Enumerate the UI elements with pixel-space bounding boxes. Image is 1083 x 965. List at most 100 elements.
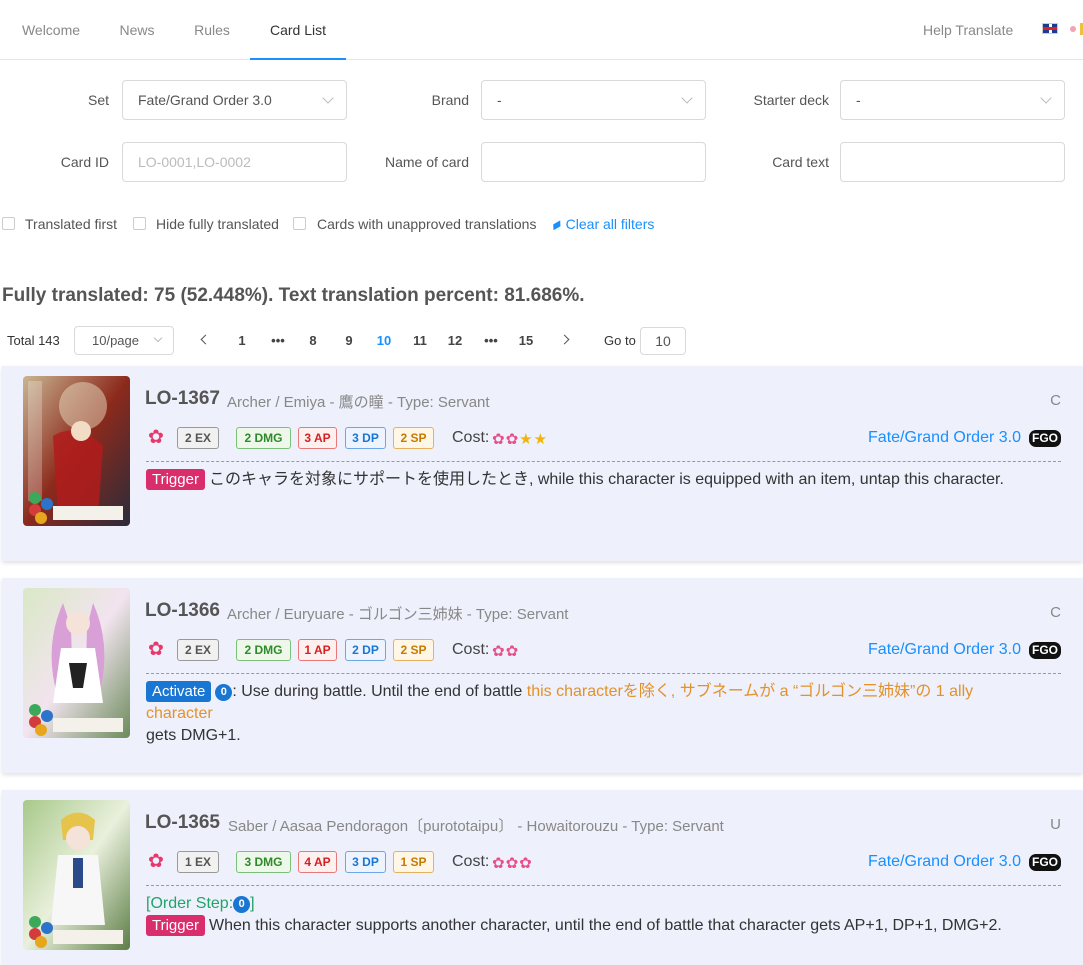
- effect-text-a: : Use during battle. Until the end of ba…: [232, 683, 527, 700]
- set-link[interactable]: Fate/Grand Order 3.0: [868, 853, 1021, 871]
- card-effect-text: [Order Step: 0] Trigger When this character…: [146, 893, 1043, 937]
- cost-icons: ✿✿✿: [492, 854, 533, 872]
- hide-fully-translated-label[interactable]: Hide fully translated: [156, 216, 279, 232]
- flower-icon: ✿: [505, 855, 520, 872]
- order-step-open: [Order Step:: [146, 895, 234, 912]
- page-12[interactable]: 12: [441, 327, 469, 355]
- card-item: LO-1366 Archer / Euryuare - ゴルゴン三姉妹 - Ty…: [2, 578, 1083, 773]
- page-ellipsis-prev[interactable]: •••: [264, 327, 292, 355]
- set-select[interactable]: Fate/Grand Order 3.0: [122, 80, 347, 120]
- japanese-flag-icon[interactable]: [1070, 26, 1076, 32]
- flower-icon: ✿: [519, 855, 533, 872]
- card-item: LO-1367 Archer / Emiya - 鷹の瞳 - Type: Ser…: [2, 366, 1083, 561]
- ap-badge: 4 AP: [298, 851, 337, 873]
- page-11[interactable]: 11: [406, 327, 434, 355]
- card-text-input[interactable]: [856, 154, 1044, 170]
- prev-page-icon[interactable]: [200, 334, 211, 345]
- top-nav: Welcome News Rules Card List Help Transl…: [0, 0, 1083, 60]
- card-id[interactable]: LO-1367: [145, 388, 220, 410]
- flower-icon: ✿: [148, 639, 164, 660]
- flower-icon: ✿: [505, 643, 520, 660]
- card-subtitle: Archer / Emiya - 鷹の瞳 - Type: Servant: [227, 394, 490, 411]
- page-9[interactable]: 9: [335, 327, 363, 355]
- page-15[interactable]: 15: [512, 327, 540, 355]
- page-8[interactable]: 8: [299, 327, 327, 355]
- fgo-badge: FGO: [1029, 642, 1061, 659]
- ap-badge: 3 AP: [298, 427, 337, 449]
- english-flag-icon[interactable]: [1042, 23, 1058, 34]
- translation-stats: Fully translated: 75 (52.448%). Text tra…: [2, 285, 585, 306]
- sp-badge: 1 SP: [393, 851, 434, 873]
- page-size-select[interactable]: 10/page: [74, 326, 174, 355]
- goto-label: Go to: [604, 333, 636, 348]
- name-of-card-input[interactable]: [497, 154, 685, 170]
- unapproved-translations-checkbox[interactable]: [293, 217, 306, 230]
- eraser-icon: ▰: [547, 214, 565, 234]
- divider: [146, 885, 1061, 886]
- cost-label: Cost:: [452, 641, 490, 658]
- fgo-badge: FGO: [1029, 854, 1061, 871]
- card-image[interactable]: [23, 588, 130, 738]
- next-page-icon[interactable]: [559, 334, 570, 345]
- page-ellipsis-next[interactable]: •••: [477, 327, 505, 355]
- hide-fully-translated-checkbox[interactable]: [133, 217, 146, 230]
- flower-icon: ✿: [148, 851, 164, 872]
- brand-select-value: -: [497, 92, 502, 108]
- flower-icon: ✿: [492, 855, 506, 872]
- cost-icons: ✿✿: [492, 642, 519, 660]
- brand-select[interactable]: -: [481, 80, 706, 120]
- set-link[interactable]: Fate/Grand Order 3.0: [868, 641, 1021, 659]
- card-id[interactable]: LO-1366: [145, 600, 220, 622]
- translated-first-checkbox[interactable]: [2, 217, 15, 230]
- trigger-tag: Trigger: [146, 915, 205, 936]
- effect-text-c: gets DMG+1.: [146, 727, 241, 744]
- fgo-badge: FGO: [1029, 430, 1061, 447]
- card-id-input[interactable]: [138, 154, 326, 170]
- dp-badge: 2 DP: [345, 639, 386, 661]
- card-effect-text: Activate 0: Use during battle. Until the …: [146, 681, 1043, 747]
- card-effect-text: Trigger このキャラを対象にサポートを使用したとき, while this …: [146, 469, 1043, 491]
- star-icon: ★: [533, 431, 549, 448]
- starter-deck-label: Starter deck: [753, 92, 829, 108]
- chevron-down-icon: [322, 92, 334, 104]
- card-rarity: C: [1050, 392, 1061, 409]
- translated-first-label[interactable]: Translated first: [25, 216, 117, 232]
- card-image[interactable]: [23, 800, 130, 950]
- activate-tag: Activate: [146, 681, 212, 702]
- chevron-down-icon: [153, 333, 163, 343]
- trigger-tag: Trigger: [146, 469, 205, 490]
- page-1[interactable]: 1: [228, 327, 256, 355]
- unapproved-translations-label[interactable]: Cards with unapproved translations: [317, 216, 536, 232]
- page-10[interactable]: 10: [370, 327, 398, 355]
- card-id[interactable]: LO-1365: [145, 812, 220, 834]
- tab-news[interactable]: News: [100, 0, 174, 60]
- help-translate-link[interactable]: Help Translate: [923, 0, 1013, 60]
- dmg-badge: 2 DMG: [236, 639, 291, 661]
- ap-badge: 1 AP: [298, 639, 337, 661]
- zero-cost-icon: 0: [215, 684, 233, 701]
- card-text-label: Card text: [772, 154, 829, 170]
- brand-label: Brand: [431, 92, 469, 108]
- card-item: LO-1365 Saber / Aasaa Pendoragon〔purotot…: [2, 790, 1083, 965]
- zero-cost-icon: 0: [233, 896, 251, 913]
- card-subtitle: Saber / Aasaa Pendoragon〔purototaipu〕 - …: [228, 818, 724, 835]
- card-id-field: [122, 142, 347, 182]
- set-select-value: Fate/Grand Order 3.0: [138, 92, 272, 108]
- tab-card-list[interactable]: Card List: [250, 0, 346, 60]
- set-link[interactable]: Fate/Grand Order 3.0: [868, 429, 1021, 447]
- starter-deck-select[interactable]: -: [840, 80, 1065, 120]
- goto-input[interactable]: 10: [640, 327, 686, 355]
- pagination-total: Total 143: [7, 333, 60, 348]
- clear-all-filters-link[interactable]: ▰ Clear all filters: [547, 214, 655, 233]
- chevron-down-icon: [1040, 92, 1052, 104]
- tab-rules[interactable]: Rules: [174, 0, 250, 60]
- sp-badge: 2 SP: [393, 639, 434, 661]
- divider: [146, 461, 1061, 462]
- tab-welcome[interactable]: Welcome: [2, 0, 100, 60]
- flower-icon: ✿: [492, 431, 506, 448]
- cost-icons: ✿✿★★: [492, 430, 548, 448]
- dp-badge: 3 DP: [345, 851, 386, 873]
- card-image[interactable]: [23, 376, 130, 526]
- clear-all-filters-label: Clear all filters: [565, 216, 655, 232]
- dp-badge: 3 DP: [345, 427, 386, 449]
